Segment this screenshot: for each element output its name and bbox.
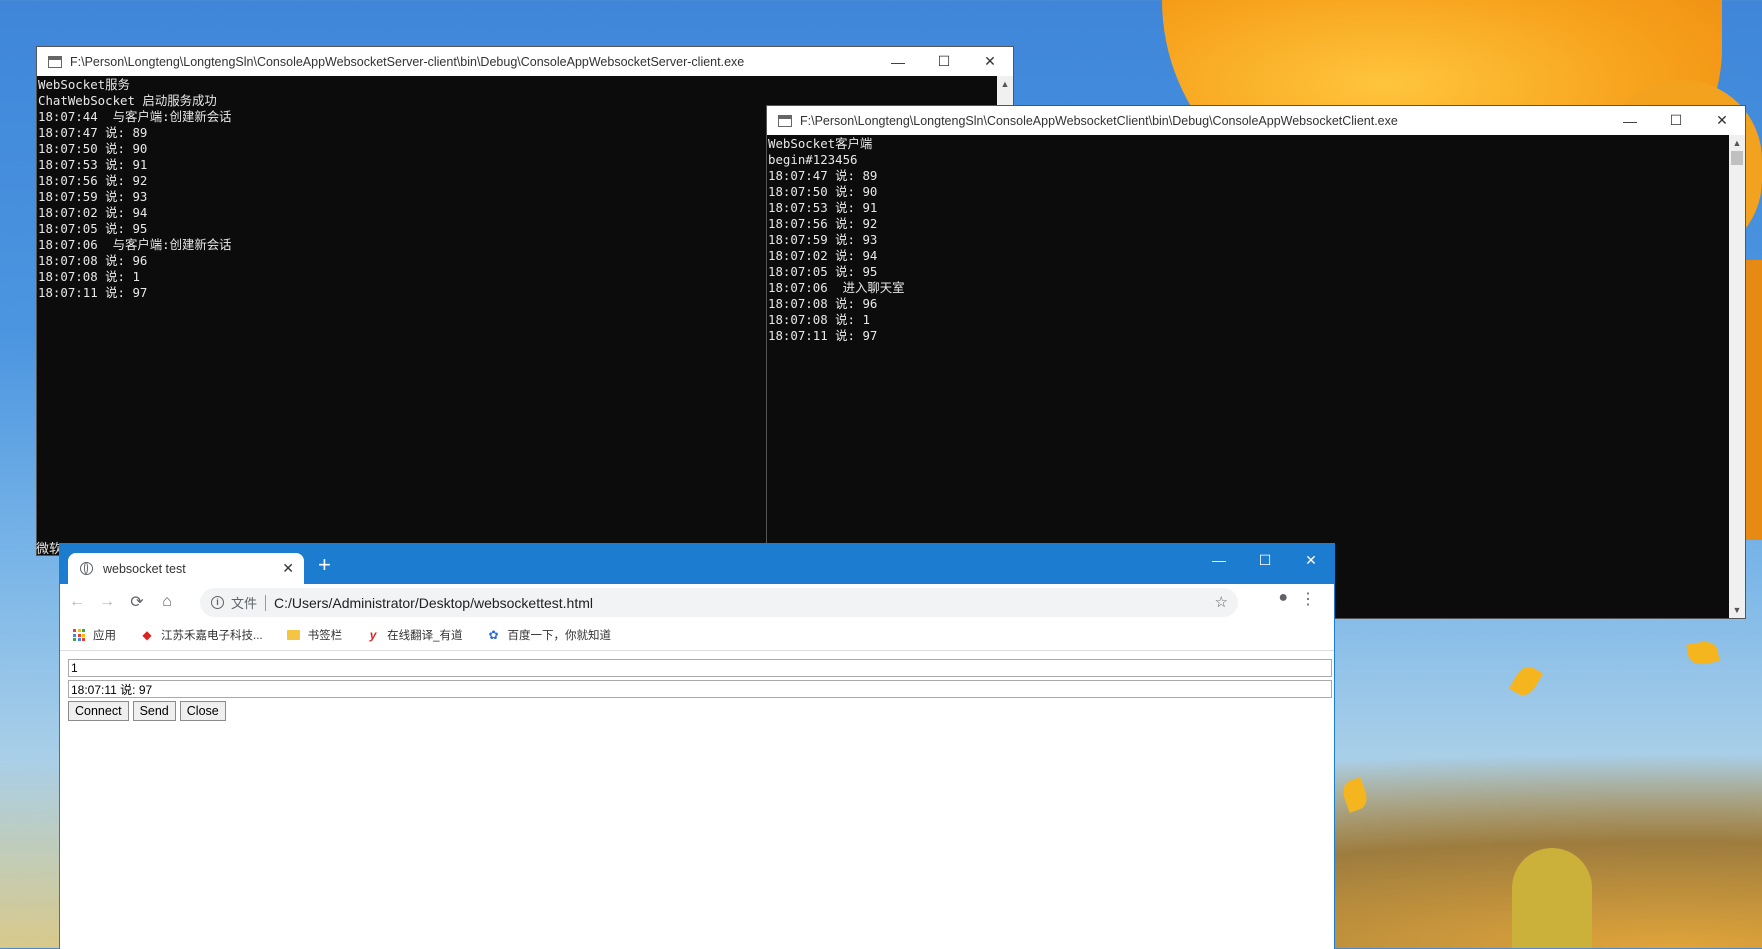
- send-button[interactable]: Send: [132, 701, 176, 721]
- console-line: 18:07:59 说: 93: [768, 232, 878, 247]
- client-scrollbar[interactable]: ▲ ▼: [1729, 135, 1745, 618]
- client-console-window[interactable]: F:\Person\Longteng\LongtengSln\ConsoleAp…: [766, 105, 1746, 619]
- jiangsu-site-icon: ◆: [142, 628, 152, 642]
- folder-icon: [287, 628, 301, 642]
- console-line: 18:07:05 说: 95: [768, 264, 878, 279]
- scroll-down-arrow-icon[interactable]: ▼: [1729, 602, 1745, 618]
- bookmark-label: 江苏禾嘉电子科技...: [161, 630, 263, 642]
- address-bar[interactable]: i 文件 C:/Users/Administrator/Desktop/webs…: [200, 588, 1238, 617]
- server-window-title: F:\Person\Longteng\LongtengSln\ConsoleAp…: [70, 54, 745, 69]
- close-connection-button[interactable]: Close: [179, 701, 226, 721]
- button-row: Connect Send Close: [68, 701, 1334, 721]
- close-button[interactable]: ✕: [1699, 106, 1745, 135]
- address-scheme-label: 文件: [231, 596, 258, 611]
- bookmarks-bar: 应用 ◆ 江苏禾嘉电子科技... 书签栏 y 在线翻译_有道 ✿ 百度一下，你就…: [60, 620, 1334, 651]
- new-tab-button[interactable]: +: [318, 554, 331, 576]
- home-icon[interactable]: ⌂: [154, 589, 180, 615]
- maximize-button[interactable]: ☐: [1653, 106, 1699, 135]
- scroll-up-arrow-icon[interactable]: ▲: [997, 76, 1013, 92]
- wallpaper-figures: [1512, 848, 1592, 948]
- bookmark-star-icon[interactable]: ☆: [1215, 593, 1228, 611]
- console-line: 18:07:50 说: 90: [768, 184, 878, 199]
- page-content: Connect Send Close: [60, 651, 1334, 721]
- browser-window[interactable]: websocket test ✕ + — ☐ ✕ ← → ⟳ ⌂ i 文件 C:…: [59, 543, 1335, 949]
- console-app-icon: [48, 55, 62, 68]
- tab-title: websocket test: [103, 561, 186, 576]
- browser-tab[interactable]: websocket test ✕: [68, 553, 304, 584]
- browser-toolbar: ← → ⟳ ⌂ i 文件 C:/Users/Administrator/Desk…: [60, 584, 1334, 620]
- scroll-up-arrow-icon[interactable]: ▲: [1729, 135, 1745, 151]
- wallpaper-leaf: [1508, 662, 1544, 700]
- console-line: 18:07:08 说: 1: [768, 312, 870, 327]
- address-url[interactable]: C:/Users/Administrator/Desktop/websocket…: [274, 595, 593, 611]
- console-line: 18:07:02 说: 94: [768, 248, 878, 263]
- scrollbar-thumb[interactable]: [1731, 151, 1743, 165]
- server-titlebar[interactable]: F:\Person\Longteng\LongtengSln\ConsoleAp…: [37, 47, 1013, 76]
- browser-minimize-button[interactable]: —: [1196, 544, 1242, 576]
- console-line: 18:07:53 说: 91: [768, 200, 878, 215]
- minimize-button[interactable]: —: [875, 47, 921, 76]
- console-line: 18:07:56 说: 92: [768, 216, 878, 231]
- console-line: WebSocket服务: [38, 77, 130, 92]
- tab-close-icon[interactable]: ✕: [282, 560, 294, 577]
- wallpaper-leaf: [1686, 639, 1720, 667]
- globe-icon: [80, 562, 93, 575]
- apps-grid-icon: [72, 628, 86, 642]
- site-info-icon[interactable]: i: [211, 596, 224, 609]
- client-window-title: F:\Person\Longteng\LongtengSln\ConsoleAp…: [800, 113, 1398, 128]
- profile-icon[interactable]: ●: [1278, 589, 1288, 607]
- tab-strip: websocket test ✕ + — ☐ ✕: [60, 544, 1334, 584]
- bookmark-youdao[interactable]: y 在线翻译_有道: [366, 627, 463, 643]
- bookmark-label: 百度一下，你就知道: [507, 630, 612, 642]
- client-console-output: WebSocket客户端 begin#123456 18:07:47 说: 89 18…: [767, 135, 1745, 344]
- menu-dots-icon[interactable]: ⋮: [1300, 589, 1316, 609]
- maximize-button[interactable]: ☐: [921, 47, 967, 76]
- console-line: 18:07:47 说: 89: [768, 168, 878, 183]
- console-app-icon: [778, 114, 792, 127]
- bookmark-apps[interactable]: 应用: [72, 627, 116, 643]
- bookmark-label: 书签栏: [307, 630, 343, 642]
- address-separator: [265, 594, 267, 611]
- bookmark-folder[interactable]: 书签栏: [287, 627, 343, 643]
- forward-arrow-icon[interactable]: →: [94, 589, 120, 615]
- console-line: 18:07:08 说: 96: [768, 296, 878, 311]
- client-titlebar[interactable]: F:\Person\Longteng\LongtengSln\ConsoleAp…: [767, 106, 1745, 135]
- browser-maximize-button[interactable]: ☐: [1242, 544, 1288, 576]
- minimize-button[interactable]: —: [1607, 106, 1653, 135]
- bookmark-jiangsu[interactable]: ◆ 江苏禾嘉电子科技...: [140, 627, 263, 643]
- console-line: 18:07:11 说: 97: [768, 328, 878, 343]
- console-line: 18:07:06 进入聊天室: [768, 280, 905, 295]
- message-input[interactable]: [68, 659, 1332, 677]
- console-line: begin#123456: [768, 152, 858, 167]
- youdao-icon: y: [369, 628, 377, 642]
- back-arrow-icon[interactable]: ←: [64, 589, 90, 615]
- received-message-field[interactable]: [68, 680, 1332, 698]
- bookmark-baidu[interactable]: ✿ 百度一下，你就知道: [487, 627, 612, 643]
- browser-close-button[interactable]: ✕: [1288, 544, 1334, 576]
- close-button[interactable]: ✕: [967, 47, 1013, 76]
- reload-icon[interactable]: ⟳: [124, 589, 150, 615]
- console-line: WebSocket客户端: [768, 136, 873, 151]
- connect-button[interactable]: Connect: [68, 701, 129, 721]
- bookmark-label: 应用: [93, 630, 116, 642]
- baidu-paw-icon: ✿: [488, 628, 499, 642]
- bookmark-label: 在线翻译_有道: [387, 630, 463, 642]
